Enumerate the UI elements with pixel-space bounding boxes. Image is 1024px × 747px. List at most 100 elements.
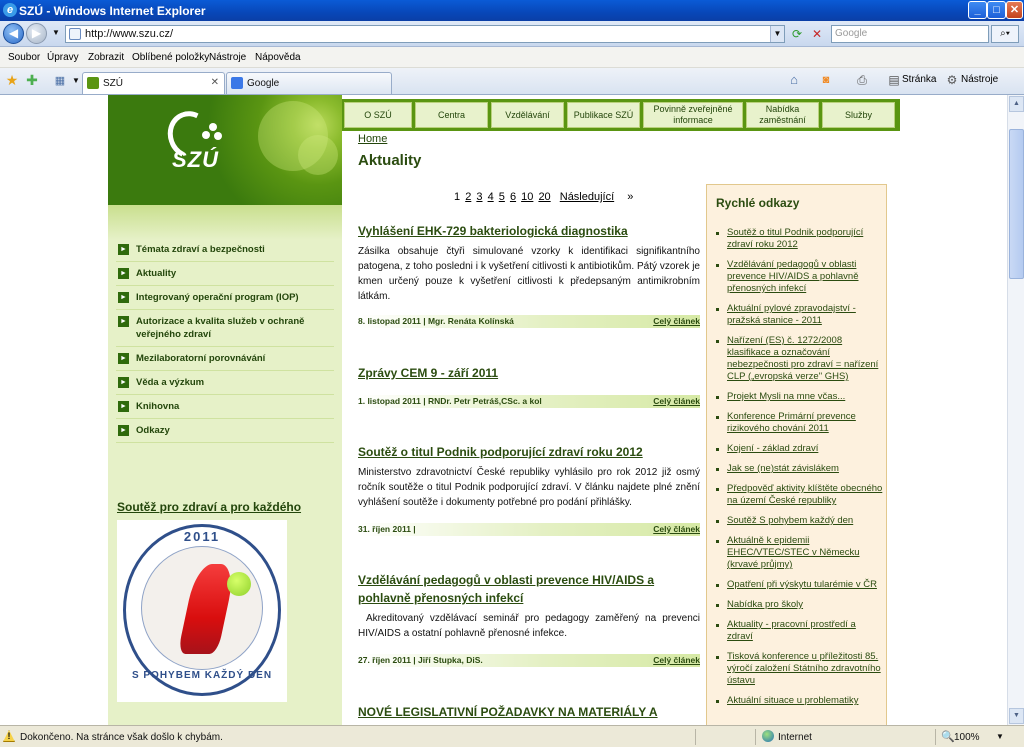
article-meta: 8. listopad 2011 | Mgr. Renáta Kolínská … <box>358 315 700 328</box>
zoom-level[interactable]: 100% <box>954 732 980 743</box>
search-icon[interactable]: ⌕▾ <box>991 25 1019 43</box>
article-title-link[interactable]: Vyhlášení EHK-729 bakteriologická diagno… <box>358 222 700 240</box>
left-nav-item-odkazy[interactable]: ► Odkazy <box>116 419 334 443</box>
article-title-link[interactable]: Vzdělávání pedagogů v oblasti prevence H… <box>358 571 700 607</box>
left-nav-item-temata[interactable]: ► Témata zdraví a bezpečnosti <box>116 238 334 262</box>
pager-page[interactable]: 5 <box>499 191 505 203</box>
address-url[interactable]: http://www.szu.cz/ <box>85 28 173 40</box>
top-nav-o-szu[interactable]: O SZÚ <box>344 102 412 128</box>
quick-link[interactable]: Aktuality - pracovní prostředí a zdraví <box>713 619 883 643</box>
top-nav-sluzby[interactable]: Služby <box>822 102 895 128</box>
quick-link[interactable]: Jak se (ne)stát závislákem <box>713 463 883 475</box>
article-title-link[interactable]: Zprávy CEM 9 - září 2011 <box>358 364 700 382</box>
history-dropdown-icon[interactable]: ▼ <box>48 25 64 41</box>
favorites-star-icon[interactable]: ★ <box>4 72 20 88</box>
quick-link[interactable]: Opatření při výskytu tularémie v ČR <box>713 579 883 591</box>
left-nav-item-aktuality[interactable]: ► Aktuality <box>116 262 334 286</box>
read-more-link[interactable]: Celý článek <box>653 315 700 328</box>
pager-page[interactable]: 6 <box>510 191 516 203</box>
pager-page[interactable]: 10 <box>521 191 533 203</box>
menu-tools[interactable]: Nástroje <box>209 52 246 63</box>
quick-link[interactable]: Vzdělávání pedagogů v oblasti prevence H… <box>713 259 883 295</box>
pager-page[interactable]: 3 <box>476 191 482 203</box>
pager-last[interactable]: » <box>627 191 633 203</box>
quick-link[interactable]: Projekt Mysli na mne včas... <box>713 391 883 403</box>
pager-page[interactable]: 4 <box>488 191 494 203</box>
address-dropdown-icon[interactable]: ▼ <box>770 26 784 42</box>
menu-edit[interactable]: Úpravy <box>47 52 79 63</box>
read-more-link[interactable]: Celý článek <box>653 654 700 667</box>
minimize-button[interactable]: _ <box>968 1 987 19</box>
print-icon[interactable]: ⎙ <box>854 72 870 88</box>
menu-view[interactable]: Zobrazit <box>88 52 124 63</box>
pager-page[interactable]: 20 <box>538 191 550 203</box>
scroll-up-icon[interactable]: ▲ <box>1009 96 1024 112</box>
pager-page[interactable]: 2 <box>465 191 471 203</box>
read-more-link[interactable]: Celý článek <box>653 523 700 536</box>
vertical-scrollbar[interactable]: ▲ ▼ <box>1007 95 1024 725</box>
scroll-down-icon[interactable]: ▼ <box>1009 708 1024 724</box>
article-title-link[interactable]: NOVÉ LEGISLATIVNÍ POŽADAVKY NA MATERIÁLY… <box>358 703 700 721</box>
quick-link[interactable]: Aktuální pylové zpravodajství - pražská … <box>713 303 883 327</box>
top-nav-nabidka-zamestnani[interactable]: Nabídka zaměstnání <box>746 102 819 128</box>
add-favorite-icon[interactable]: ✚ <box>24 72 40 88</box>
szu-logo[interactable]: SZÚ <box>172 147 219 173</box>
search-input[interactable]: Google <box>831 25 989 43</box>
left-nav-item-iop[interactable]: ► Integrovaný operační program (IOP) <box>116 286 334 310</box>
maximize-button[interactable]: □ <box>987 1 1006 19</box>
tools-gear-icon[interactable]: ⚙ <box>944 72 960 88</box>
bullet-icon <box>716 468 719 471</box>
back-button[interactable]: ◀ <box>3 23 24 44</box>
quick-link[interactable]: Konference Primární prevence rizikového … <box>713 411 883 435</box>
quick-link-label: Kojení - základ zdraví <box>727 443 819 454</box>
quick-link[interactable]: Předpověď aktivity klíštěte obecného na … <box>713 483 883 507</box>
tab-szu[interactable]: SZÚ ✕ <box>82 72 225 94</box>
quick-tabs-icon[interactable]: ▦ <box>52 73 68 89</box>
quick-link[interactable]: Aktuálně k epidemii EHEC/VTEC/STEC v Něm… <box>713 535 883 571</box>
left-nav-item-mezilaboratorni[interactable]: ► Mezilaboratorní porovnávání <box>116 347 334 371</box>
zoom-dropdown-icon[interactable]: ▼ <box>992 729 1008 745</box>
quick-link[interactable]: Tisková konference u příležitosti 85. vý… <box>713 651 883 687</box>
rss-feed-icon[interactable]: ◙ <box>818 72 834 88</box>
quick-link[interactable]: Soutěž S pohybem každý den <box>713 515 883 527</box>
error-warning-icon[interactable]: ! <box>3 730 15 742</box>
tools-menu[interactable]: Nástroje <box>961 74 998 85</box>
menu-favorites[interactable]: Oblíbené položky <box>132 52 209 63</box>
page-menu[interactable]: Stránka <box>902 74 936 85</box>
refresh-icon[interactable]: ⟳ <box>789 26 805 42</box>
address-field[interactable]: http://www.szu.cz/ ▼ <box>65 25 785 43</box>
main-content: Home Aktuality 1 2 3 4 5 6 10 20 Následu… <box>342 131 900 725</box>
article-item: NOVÉ LEGISLATIVNÍ POŽADAVKY NA MATERIÁLY… <box>358 703 700 721</box>
quick-link[interactable]: Aktuální situace u problematiky <box>713 695 883 707</box>
top-nav-povinne-informace[interactable]: Povinně zveřejněné informace <box>643 102 743 128</box>
tab-google[interactable]: Google <box>226 72 392 94</box>
left-nav-item-veda[interactable]: ► Věda a výzkum <box>116 371 334 395</box>
home-icon[interactable]: ⌂ <box>786 72 802 88</box>
left-nav-item-knihovna[interactable]: ► Knihovna <box>116 395 334 419</box>
top-nav-centra[interactable]: Centra <box>415 102 488 128</box>
menu-help[interactable]: Nápověda <box>255 52 301 63</box>
top-nav-vzdelavani[interactable]: Vzdělávání <box>491 102 564 128</box>
quick-link[interactable]: Nařízení (ES) č. 1272/2008 klasifikace a… <box>713 335 883 383</box>
quick-link[interactable]: Soutěž o titul Podnik podporující zdraví… <box>713 227 883 251</box>
page-menu-icon[interactable]: ▤ <box>886 72 902 88</box>
stop-icon[interactable]: ✕ <box>809 26 825 42</box>
close-button[interactable]: ✕ <box>1006 1 1023 19</box>
close-tab-icon[interactable]: ✕ <box>211 77 219 88</box>
left-nav-label: Mezilaboratorní porovnávání <box>136 353 266 364</box>
quick-link[interactable]: Kojení - základ zdraví <box>713 443 883 455</box>
bullet-icon <box>716 264 719 267</box>
article-title-link[interactable]: Soutěž o titul Podnik podporující zdraví… <box>358 443 700 461</box>
promo-title-link[interactable]: Soutěž pro zdraví a pro každého <box>117 500 301 514</box>
read-more-link[interactable]: Celý článek <box>653 395 700 408</box>
breadcrumb-home[interactable]: Home <box>358 133 387 145</box>
quick-link[interactable]: Nabídka pro školy <box>713 599 883 611</box>
forward-button[interactable]: ▶ <box>26 23 47 44</box>
pager-next[interactable]: Následující <box>560 191 614 203</box>
promo-badge-image[interactable]: 2011 S POHYBEM KAŽDÝ DEN <box>117 520 287 702</box>
scroll-thumb[interactable] <box>1009 129 1024 279</box>
left-nav-item-autorizace[interactable]: ► Autorizace a kvalita služeb v ochraně v… <box>116 310 334 347</box>
menu-file[interactable]: Soubor <box>8 52 40 63</box>
title-bar: e SZÚ - Windows Internet Explorer _ □ ✕ <box>0 0 1024 21</box>
top-nav-publikace[interactable]: Publikace SZÚ <box>567 102 640 128</box>
